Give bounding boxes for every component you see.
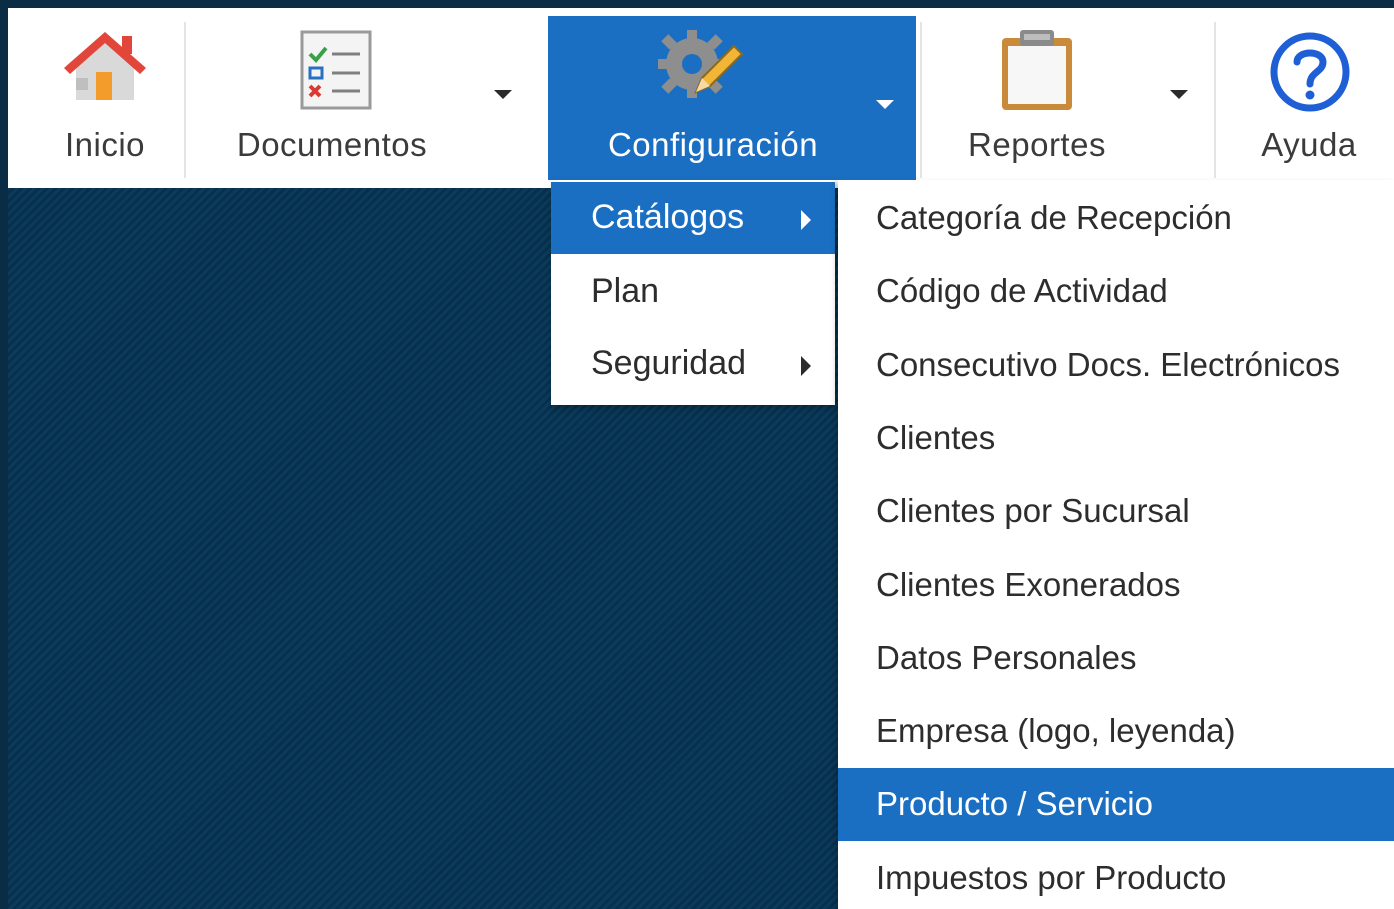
menu-item-label: Seguridad xyxy=(591,344,747,382)
chevron-down-icon[interactable] xyxy=(494,90,512,99)
submenu-item-label: Empresa (logo, leyenda) xyxy=(876,712,1236,749)
menu-item-catalogos[interactable]: Catálogos xyxy=(551,182,835,254)
submenu-item-consecutivo-docs[interactable]: Consecutivo Docs. Electrónicos xyxy=(838,329,1394,402)
submenu-item-producto-servicio[interactable]: Producto / Servicio xyxy=(838,768,1394,841)
toolbar-separator xyxy=(1214,22,1216,178)
submenu-item-label: Consecutivo Docs. Electrónicos xyxy=(876,346,1341,383)
toolbar-label-ayuda: Ayuda xyxy=(1261,126,1357,163)
toolbar-label-inicio: Inicio xyxy=(64,126,146,163)
chevron-right-icon xyxy=(801,356,811,376)
home-icon xyxy=(64,32,146,100)
checklist-document-icon xyxy=(300,30,372,110)
chevron-right-icon xyxy=(801,210,811,230)
toolbar-item-ayuda[interactable]: Ayuda xyxy=(1218,8,1394,180)
submenu-item-impuestos-producto[interactable]: Impuestos por Producto xyxy=(838,842,1394,909)
submenu-item-clientes-sucursal[interactable]: Clientes por Sucursal xyxy=(838,475,1394,548)
submenu-item-codigo-actividad[interactable]: Código de Actividad xyxy=(838,255,1394,328)
submenu-item-label: Impuestos por Producto xyxy=(876,859,1227,896)
toolbar-label-documentos: Documentos xyxy=(236,126,428,163)
menu-item-plan[interactable]: Plan xyxy=(551,256,835,328)
menu-item-seguridad[interactable]: Seguridad xyxy=(551,328,835,400)
submenu-item-label: Código de Actividad xyxy=(876,272,1168,309)
configuracion-dropdown-menu: Catálogos Plan Seguridad xyxy=(551,180,835,405)
submenu-item-empresa[interactable]: Empresa (logo, leyenda) xyxy=(838,695,1394,768)
submenu-item-label: Datos Personales xyxy=(876,639,1137,676)
chevron-down-icon[interactable] xyxy=(876,100,894,109)
toolbar-item-reportes[interactable]: Reportes xyxy=(922,8,1218,180)
chevron-down-icon[interactable] xyxy=(1170,90,1188,99)
toolbar-item-configuracion[interactable]: Configuración xyxy=(548,16,916,180)
submenu-item-datos-personales[interactable]: Datos Personales xyxy=(838,622,1394,695)
submenu-item-label: Producto / Servicio xyxy=(876,785,1153,822)
submenu-item-label: Clientes xyxy=(876,419,996,456)
clipboard-icon xyxy=(1002,30,1072,110)
submenu-item-label: Categoría de Recepción xyxy=(876,199,1232,236)
submenu-item-clientes[interactable]: Clientes xyxy=(838,402,1394,475)
toolbar-item-documentos[interactable]: Documentos xyxy=(194,8,544,180)
submenu-item-label: Clientes por Sucursal xyxy=(876,492,1190,529)
submenu-item-clientes-exonerados[interactable]: Clientes Exonerados xyxy=(838,549,1394,622)
submenu-item-label: Clientes Exonerados xyxy=(876,566,1181,603)
toolbar-item-inicio[interactable]: Inicio xyxy=(20,8,190,180)
menu-item-label: Catálogos xyxy=(591,198,745,236)
help-circle-icon xyxy=(1270,32,1350,112)
toolbar-label-reportes: Reportes xyxy=(968,126,1106,163)
menu-item-label: Plan xyxy=(591,272,660,310)
submenu-item-categoria-recepcion[interactable]: Categoría de Recepción xyxy=(838,182,1394,255)
main-toolbar: Inicio Documentos Configuración Reportes… xyxy=(8,8,1394,188)
catalogos-submenu: Categoría de Recepción Código de Activid… xyxy=(838,180,1394,909)
toolbar-label-configuracion: Configuración xyxy=(607,126,819,163)
gear-pencil-icon xyxy=(658,30,744,98)
